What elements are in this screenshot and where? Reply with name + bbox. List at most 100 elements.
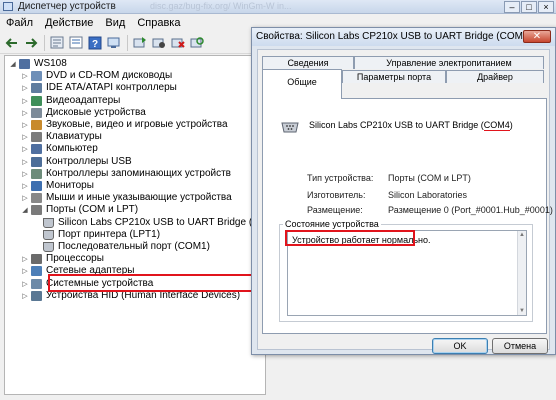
processor-icon	[31, 254, 42, 265]
cancel-button[interactable]: Отмена	[492, 338, 548, 354]
expand-arrow-icon[interactable]	[33, 229, 41, 241]
menu-help[interactable]: Справка	[131, 15, 186, 31]
keyboard-icon	[31, 132, 42, 143]
menu-file[interactable]: Файл	[0, 15, 39, 31]
expand-arrow-icon[interactable]: ▷	[21, 107, 29, 119]
toolbar-separator	[44, 34, 45, 51]
tree-item-label: DVD и CD-ROM дисководы	[46, 70, 173, 82]
menu-action[interactable]: Действие	[39, 15, 99, 31]
expand-arrow-icon[interactable]	[33, 217, 41, 229]
monitor-icon	[31, 181, 42, 191]
device-manager-titlebar[interactable]: Диспетчер устройств disc.gaz/bug-fix.org…	[0, 0, 556, 14]
collapse-arrow-icon[interactable]: ◢	[21, 204, 29, 216]
dvd-drive-icon	[31, 71, 42, 82]
properties-dialog-titlebar[interactable]: Свойства: Silicon Labs CP210x USB to UAR…	[252, 28, 555, 46]
hid-device-icon	[31, 290, 42, 301]
tree-category[interactable]: ▷ IDE ATA/ATAPI контроллеры	[21, 82, 177, 94]
collapse-arrow-icon[interactable]: ◢	[9, 58, 17, 70]
back-arrow-icon[interactable]	[4, 35, 20, 51]
status-scrollbar[interactable]: ▲ ▼	[517, 231, 526, 315]
tab-power-management[interactable]: Управление электропитанием	[354, 56, 544, 69]
tree-category[interactable]: ▷ DVD и CD-ROM дисководы	[21, 70, 172, 82]
tab-port-settings[interactable]: Параметры порта	[342, 70, 446, 83]
sound-device-icon	[31, 120, 42, 130]
dialog-close-button[interactable]: ✕	[523, 30, 551, 43]
expand-arrow-icon[interactable]: ▷	[21, 192, 29, 204]
tree-item-label: Порты (COM и LPT)	[46, 204, 139, 216]
expand-arrow-icon[interactable]: ▷	[21, 156, 29, 168]
minimize-button[interactable]: –	[504, 1, 520, 13]
tree-category[interactable]: ▷ Дисковые устройства	[21, 107, 146, 119]
tree-category[interactable]: ▷ Мониторы	[21, 180, 94, 192]
tree-item-label: Последовательный порт (COM1)	[58, 241, 210, 252]
disable-device-icon[interactable]	[151, 35, 167, 51]
expand-arrow-icon[interactable]: ▷	[21, 278, 29, 290]
expand-arrow-icon[interactable]: ▷	[21, 265, 29, 277]
tree-category[interactable]: ▷ Процессоры	[21, 253, 104, 265]
menu-view[interactable]: Вид	[99, 15, 131, 31]
expand-arrow-icon[interactable]: ▷	[21, 82, 29, 94]
tree-item-label: Порт принтера (LPT1)	[58, 228, 161, 240]
expand-arrow-icon[interactable]: ▷	[21, 143, 29, 155]
tree-item-label: Компьютер	[46, 143, 98, 155]
tree-item-label: Мониторы	[46, 180, 94, 191]
manufacturer-value: Silicon Laboratories	[388, 190, 468, 200]
close-button[interactable]: ×	[538, 1, 554, 13]
expand-arrow-icon[interactable]: ▷	[21, 180, 29, 192]
update-driver-icon[interactable]	[132, 35, 148, 51]
port-icon	[31, 205, 42, 216]
tree-item-label: Контроллеры USB	[46, 155, 132, 167]
scroll-down-icon[interactable]: ▼	[519, 308, 525, 314]
tree-child-device[interactable]: Последовательный порт (COM1)	[33, 241, 210, 253]
network-adapter-icon	[31, 266, 42, 277]
expand-arrow-icon[interactable]: ▷	[21, 168, 29, 180]
usb-controller-icon	[31, 156, 42, 167]
scan-for-changes-icon[interactable]	[189, 35, 205, 51]
tree-category[interactable]: ▷ Компьютер	[21, 143, 98, 155]
tree-item-label: Клавиатуры	[46, 131, 102, 143]
tree-item-label: Видеоадаптеры	[46, 94, 121, 106]
expand-arrow-icon[interactable]	[33, 241, 41, 253]
expand-arrow-icon[interactable]: ▷	[21, 119, 29, 131]
device-name-suffix: )	[509, 120, 513, 130]
tree-category[interactable]: ▷ Контроллеры USB	[21, 156, 132, 168]
show-hidden-icon[interactable]	[49, 35, 65, 51]
tree-category[interactable]: ▷ Видеоадаптеры	[21, 95, 120, 107]
tree-category[interactable]: ▷ Звуковые, видео и игровые устройства	[21, 119, 228, 131]
device-tree[interactable]: ◢ WS108 ▷ DVD и CD-ROM дисководы ▷ IDE ATA/AT…	[4, 55, 284, 395]
device-type-label: Тип устройства:	[307, 173, 374, 183]
tree-item-label: Мыши и иные указывающие устройства	[46, 192, 232, 204]
status-highlight-annotation	[285, 230, 415, 246]
expand-arrow-icon[interactable]: ▷	[21, 290, 29, 302]
expand-arrow-icon[interactable]: ▷	[21, 95, 29, 107]
properties-icon[interactable]	[68, 35, 84, 51]
tab-driver[interactable]: Драйвер	[446, 70, 544, 83]
tree-category[interactable]: ▷ Контроллеры запоминающих устройств	[21, 168, 231, 180]
tab-general[interactable]: Общие	[262, 69, 342, 99]
expand-arrow-icon[interactable]: ▷	[21, 131, 29, 143]
tree-category[interactable]: ▷ Клавиатуры	[21, 131, 102, 143]
device-name-prefix: Silicon Labs CP210x USB to UART Bridge (	[309, 120, 484, 130]
scroll-up-icon[interactable]: ▲	[519, 232, 525, 238]
uninstall-device-icon[interactable]	[170, 35, 186, 51]
location-label: Размещение:	[307, 205, 363, 215]
svg-text:?: ?	[92, 39, 98, 50]
disk-drive-icon	[31, 107, 42, 118]
tree-root-computer[interactable]: ◢ WS108	[9, 58, 67, 70]
device-type-value: Порты (COM и LPT)	[388, 173, 471, 183]
tab-details[interactable]: Сведения	[262, 56, 354, 69]
tree-child-device[interactable]: Порт принтера (LPT1)	[33, 229, 160, 241]
expand-arrow-icon[interactable]: ▷	[21, 253, 29, 265]
scan-hardware-icon[interactable]	[106, 35, 122, 51]
forward-arrow-icon[interactable]	[23, 35, 39, 51]
help-icon[interactable]: ?	[87, 35, 103, 51]
tree-category[interactable]: ◢ Порты (COM и LPT)	[21, 204, 138, 216]
com-port-icon	[281, 122, 299, 133]
tree-category[interactable]: ▷ Мыши и иные указывающие устройства	[21, 192, 232, 204]
com-port-icon	[43, 217, 54, 228]
tree-child-device[interactable]: Silicon Labs CP210x USB to UART Bridge (…	[33, 217, 284, 229]
maximize-button[interactable]: □	[521, 1, 537, 13]
expand-arrow-icon[interactable]: ▷	[21, 70, 29, 82]
ok-button[interactable]: OK	[432, 338, 488, 354]
display-adapter-icon	[31, 95, 42, 106]
